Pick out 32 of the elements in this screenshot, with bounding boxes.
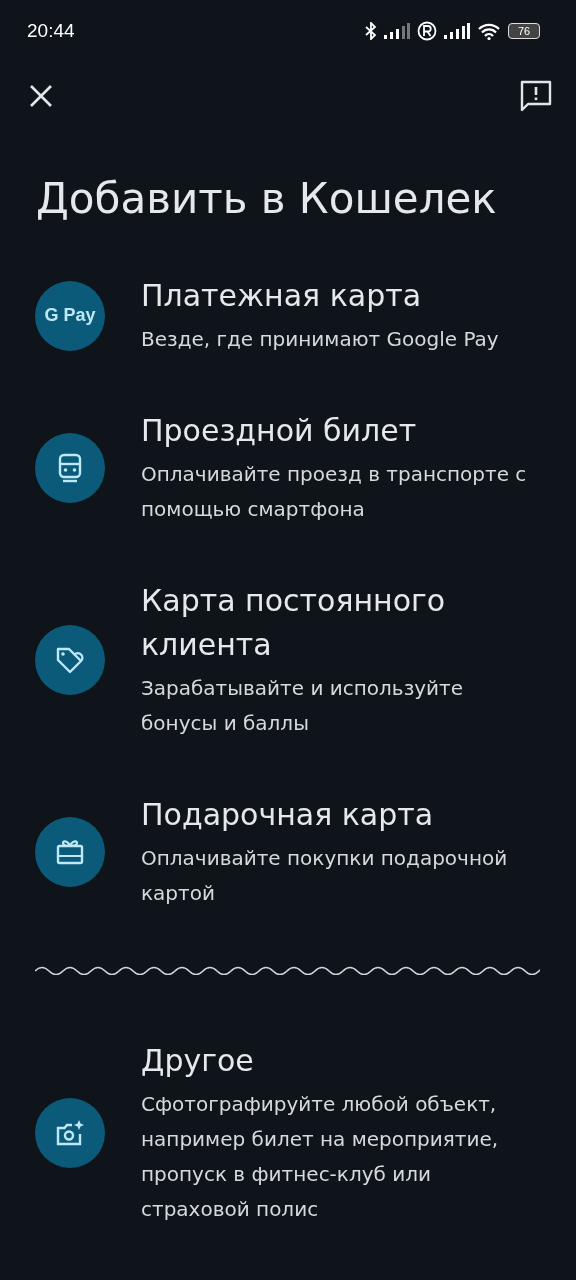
option-description: Зарабатывайте и используйте бонусы и баллы bbox=[141, 675, 465, 737]
close-icon bbox=[28, 83, 54, 109]
signal-icon bbox=[384, 23, 410, 39]
option-item[interactable]: Другое Сфотографируйте любой объект, например билет на мероприятие, пропуск в фитнес-клуб или страховой полис bbox=[35, 1039, 540, 1227]
roaming-icon bbox=[417, 21, 437, 41]
option-description: Оплачивайте проезд в транспорте с помощью смартфона bbox=[141, 461, 528, 523]
camera-icon bbox=[54, 1119, 86, 1147]
pay-logo: G Pay bbox=[44, 305, 96, 326]
signal-icon bbox=[444, 23, 470, 39]
option-title: Подарочная карта bbox=[141, 796, 435, 834]
option-item[interactable]: G Pay Платежная карта Везде, где принимают Google Pay bbox=[35, 274, 540, 357]
option-title: Платежная карта bbox=[141, 277, 423, 315]
page-title: Добавить в Кошелек bbox=[36, 174, 498, 223]
option-title: Карта постоянного клиента bbox=[141, 582, 447, 664]
option-item[interactable]: Подарочная карта Оплачивайте покупки подарочной картой bbox=[35, 793, 540, 911]
train-icon bbox=[57, 453, 83, 483]
option-description: Оплачивайте покупки подарочной картой bbox=[141, 845, 509, 907]
option-item[interactable]: Проездной билет Оплачивайте проезд в транспорте с помощью смартфона bbox=[35, 409, 540, 527]
heart-tag-icon bbox=[55, 646, 85, 674]
clock: 20:44 bbox=[27, 20, 75, 42]
option-title: Другое bbox=[141, 1042, 255, 1080]
close-button[interactable] bbox=[28, 83, 54, 109]
bluetooth-icon bbox=[365, 22, 377, 40]
option-item[interactable]: Карта постоянного клиента Зарабатывайте и используйте бонусы и баллы bbox=[35, 579, 540, 741]
feedback-icon bbox=[520, 80, 552, 112]
feedback-button[interactable] bbox=[520, 80, 552, 112]
wifi-icon bbox=[477, 22, 501, 40]
option-description: Сфотографируйте любой объект, например билет на мероприятие, пропуск в фитнес-клуб или страховой полис bbox=[141, 1091, 500, 1223]
option-description: Везде, где принимают Google Pay bbox=[141, 326, 500, 353]
option-title: Проездной билет bbox=[141, 412, 418, 450]
battery-icon: 76 bbox=[508, 23, 540, 39]
gift-icon bbox=[55, 838, 85, 866]
